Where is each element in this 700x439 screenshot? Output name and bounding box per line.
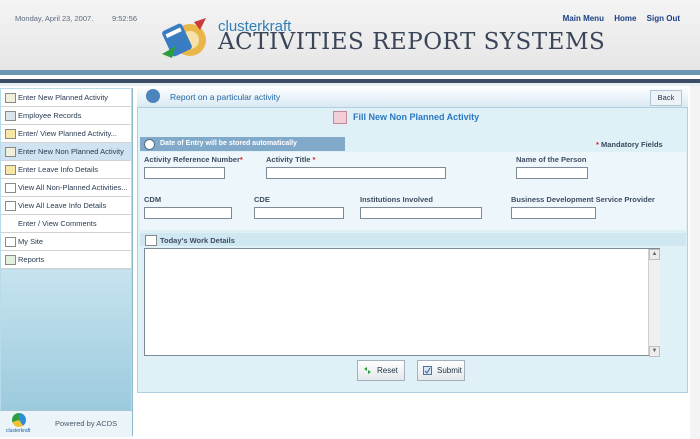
label-text: Activity Reference Number <box>144 155 240 164</box>
sidebar-item-label: Enter New Planned Activity <box>18 93 109 102</box>
sidebar-item-view-non-planned[interactable]: View All Non-Planned Activities... <box>1 179 131 197</box>
required-star: * <box>596 140 599 149</box>
institutions-input[interactable] <box>360 207 482 219</box>
document-icon <box>5 201 16 211</box>
sidebar-item-label: My Site <box>18 237 44 246</box>
panel-title: Report on a particular activity <box>170 92 281 102</box>
reset-label: Reset <box>377 366 398 375</box>
sidebar-item-label: View All Non-Planned Activities... <box>18 183 128 192</box>
required-star: * <box>239 155 243 164</box>
person-icon <box>5 111 16 121</box>
footer-logo-icon <box>12 413 26 427</box>
notebook-icon <box>145 235 157 246</box>
sidebar-item-label: View All Leave Info Details <box>18 201 107 210</box>
submit-button[interactable]: Submit <box>417 360 465 381</box>
date-info-text: Date of Entry will be stored automatical… <box>160 140 297 147</box>
sidebar-fill <box>1 270 131 410</box>
institutions-label: Institutions Involved <box>360 195 433 204</box>
scroll-up-icon[interactable]: ▲ <box>649 249 660 260</box>
sidebar-item-leave-info[interactable]: Enter Leave Info Details <box>1 161 131 179</box>
cde-input[interactable] <box>254 207 344 219</box>
person-name-input[interactable] <box>516 167 588 179</box>
sidebar-item-comments[interactable]: Enter / View Comments <box>1 215 131 233</box>
work-details-textarea[interactable] <box>144 248 660 356</box>
bdsp-label: Business Development Service Provider <box>511 195 655 204</box>
mandatory-note: * Mandatory Fields <box>596 140 663 149</box>
sidebar-item-label: Employee Records <box>18 111 82 120</box>
current-time: 9:52:56 <box>112 14 138 23</box>
main-menu-link[interactable]: Main Menu <box>563 14 604 23</box>
comment-icon <box>5 219 14 227</box>
cde-label: CDE <box>254 195 270 204</box>
calendar-icon <box>5 93 16 103</box>
sidebar-item-label: Enter Leave Info Details <box>18 165 99 174</box>
home-link[interactable]: Home <box>614 14 636 23</box>
person-name-label: Name of the Person <box>516 155 587 164</box>
brand-logo-icon <box>162 18 206 58</box>
footer-logo-text: clusterkraft <box>6 428 31 434</box>
current-date: Monday, April 23, 2007. <box>15 14 94 23</box>
pencil-icon <box>5 165 16 175</box>
scroll-down-icon[interactable]: ▼ <box>649 346 660 357</box>
pencil-icon <box>5 129 16 139</box>
sign-out-link[interactable]: Sign Out <box>647 14 680 23</box>
activity-title-input[interactable] <box>266 167 446 179</box>
reset-button[interactable]: Reset <box>357 360 405 381</box>
required-star: * <box>310 155 316 164</box>
textarea-scrollbar[interactable] <box>648 249 660 355</box>
activity-ref-input[interactable] <box>144 167 225 179</box>
mandatory-text: Mandatory Fields <box>601 140 663 149</box>
powered-by-text: Powered by ACDS <box>55 419 118 428</box>
sidebar-item-label: Enter/ View Planned Activity... <box>18 129 117 138</box>
cdm-label: CDM <box>144 195 162 204</box>
sidebar-item-reports[interactable]: Reports <box>1 251 131 269</box>
brand-title: ACTIVITIES REPORT SYSTEMS <box>218 29 606 55</box>
activity-ref-label: Activity Reference Number* <box>144 155 243 164</box>
bdsp-input[interactable] <box>511 207 596 219</box>
back-button[interactable]: Back <box>650 90 682 106</box>
sidebar-item-view-leave-info[interactable]: View All Leave Info Details <box>1 197 131 215</box>
report-icon <box>5 255 16 265</box>
window-edge <box>690 86 700 439</box>
sidebar-item-new-non-planned-activity[interactable]: Enter New Non Planned Activity <box>1 143 131 161</box>
cdm-input[interactable] <box>144 207 232 219</box>
sidebar-item-label: Enter New Non Planned Activity <box>18 147 124 156</box>
reset-icon <box>364 367 371 374</box>
sidebar-item-label: Reports <box>18 255 45 264</box>
clock-icon <box>144 139 155 150</box>
sidebar-item-label: Enter / View Comments <box>18 219 97 228</box>
submit-label: Submit <box>437 366 462 375</box>
report-icon <box>146 89 160 103</box>
sidebar-item-new-planned-activity[interactable]: Enter New Planned Activity <box>1 89 131 107</box>
activity-title-label: Activity Title * <box>266 155 315 164</box>
date-info-bar: Date of Entry will be stored automatical… <box>140 137 345 151</box>
work-details-label: Today's Work Details <box>160 236 235 245</box>
sidebar-item-view-planned-activity[interactable]: Enter/ View Planned Activity... <box>1 125 131 143</box>
calendar-edit-icon <box>5 147 16 157</box>
submit-icon <box>423 366 432 375</box>
document-icon <box>5 183 16 193</box>
label-text: Activity Title <box>266 155 311 164</box>
form-title: Fill New Non Planned Activity <box>353 112 480 122</box>
sidebar-item-employee-records[interactable]: Employee Records <box>1 107 131 125</box>
top-nav: Main Menu Home Sign Out <box>555 14 680 23</box>
sidebar-item-my-site[interactable]: My Site <box>1 233 131 251</box>
document-icon <box>5 237 16 247</box>
form-icon <box>333 111 347 124</box>
